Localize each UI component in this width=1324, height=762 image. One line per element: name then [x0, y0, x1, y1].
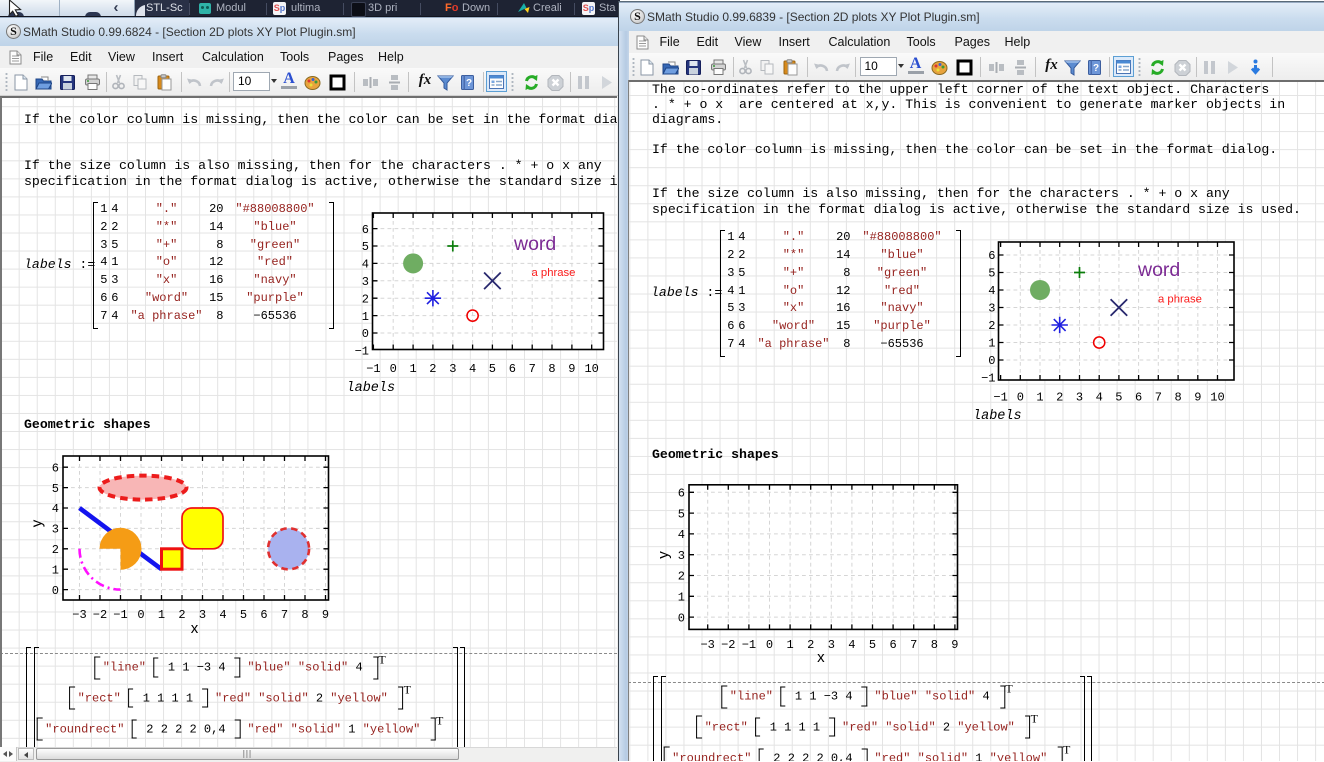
svg-text:6: 6	[1135, 391, 1142, 405]
svg-text:4: 4	[52, 502, 59, 516]
svg-text:3: 3	[52, 523, 59, 537]
svg-text:9: 9	[1194, 391, 1201, 405]
svg-text:labels: labels	[973, 409, 1022, 424]
svg-text:4: 4	[219, 608, 226, 622]
svg-text:10: 10	[584, 362, 598, 376]
svg-text:word: word	[513, 233, 556, 255]
svg-text:5: 5	[489, 362, 496, 376]
svg-text:−3: −3	[700, 638, 714, 652]
svg-text:5: 5	[678, 507, 685, 521]
svg-text:y: y	[660, 551, 672, 559]
svg-text:8: 8	[1174, 391, 1181, 405]
svg-text:7: 7	[1155, 391, 1162, 405]
svg-text:?: ?	[466, 78, 472, 89]
svg-text:−2: −2	[721, 638, 735, 652]
svg-text:9: 9	[322, 608, 329, 622]
svg-text:1: 1	[409, 362, 416, 376]
svg-text:6: 6	[678, 487, 685, 501]
svg-text:labels: labels	[347, 381, 396, 396]
svg-text:a phrase: a phrase	[532, 267, 576, 279]
svg-text:1: 1	[1036, 391, 1043, 405]
svg-text:3: 3	[199, 608, 206, 622]
svg-text:0: 0	[362, 327, 369, 341]
svg-text:6: 6	[260, 608, 267, 622]
svg-text:−2: −2	[93, 608, 107, 622]
svg-text:3: 3	[988, 302, 995, 316]
svg-text:5: 5	[1115, 391, 1122, 405]
svg-text:3: 3	[828, 638, 835, 652]
svg-text:0: 0	[390, 362, 397, 376]
svg-text:6: 6	[889, 638, 896, 652]
svg-text:5: 5	[52, 482, 59, 496]
svg-text:8: 8	[548, 362, 555, 376]
svg-text:6: 6	[509, 362, 516, 376]
svg-text:8: 8	[301, 608, 308, 622]
svg-text:9: 9	[951, 638, 958, 652]
svg-text:7: 7	[910, 638, 917, 652]
svg-text:1: 1	[362, 310, 369, 324]
svg-text:4: 4	[1096, 391, 1103, 405]
svg-text:5: 5	[240, 608, 247, 622]
svg-text:2: 2	[362, 292, 369, 306]
svg-text:word: word	[1137, 259, 1180, 281]
svg-text:2: 2	[1056, 391, 1063, 405]
svg-text:3: 3	[678, 549, 685, 563]
svg-text:5: 5	[362, 240, 369, 254]
svg-text:1: 1	[158, 608, 165, 622]
svg-text:2: 2	[988, 319, 995, 333]
svg-text:0: 0	[678, 611, 685, 625]
svg-text:−1: −1	[742, 638, 756, 652]
svg-text:1: 1	[786, 638, 793, 652]
svg-text:4: 4	[678, 528, 685, 542]
svg-text:10: 10	[1210, 391, 1224, 405]
svg-text:5: 5	[988, 267, 995, 281]
svg-text:1: 1	[52, 563, 59, 577]
svg-text:0: 0	[137, 608, 144, 622]
svg-text:6: 6	[988, 249, 995, 263]
svg-text:?: ?	[1092, 63, 1098, 74]
svg-text:a phrase: a phrase	[1158, 294, 1202, 306]
svg-text:4: 4	[988, 284, 995, 298]
svg-text:1: 1	[678, 591, 685, 605]
svg-text:4: 4	[362, 258, 369, 272]
svg-text:3: 3	[362, 275, 369, 289]
svg-text:8: 8	[931, 638, 938, 652]
svg-text:−1: −1	[993, 391, 1007, 405]
svg-text:5: 5	[869, 638, 876, 652]
svg-text:1: 1	[988, 337, 995, 351]
svg-text:0: 0	[766, 638, 773, 652]
svg-text:7: 7	[281, 608, 288, 622]
svg-text:9: 9	[568, 362, 575, 376]
svg-text:2: 2	[678, 570, 685, 584]
svg-text:−3: −3	[72, 608, 86, 622]
svg-text:6: 6	[362, 223, 369, 237]
svg-text:−1: −1	[113, 608, 127, 622]
svg-text:−1: −1	[981, 372, 995, 386]
svg-text:y: y	[30, 519, 46, 527]
svg-text:−1: −1	[366, 362, 380, 376]
svg-text:2: 2	[429, 362, 436, 376]
svg-text:2: 2	[807, 638, 814, 652]
svg-text:−1: −1	[355, 345, 369, 359]
svg-text:4: 4	[469, 362, 476, 376]
svg-text:0: 0	[1017, 391, 1024, 405]
svg-text:7: 7	[529, 362, 536, 376]
svg-text:3: 3	[1076, 391, 1083, 405]
svg-text:x: x	[191, 620, 199, 637]
svg-text:x: x	[817, 649, 825, 666]
svg-text:2: 2	[178, 608, 185, 622]
svg-text:2: 2	[52, 543, 59, 557]
svg-text:6: 6	[52, 461, 59, 475]
svg-text:4: 4	[848, 638, 855, 652]
svg-text:0: 0	[988, 354, 995, 368]
svg-text:0: 0	[52, 584, 59, 598]
svg-text:3: 3	[449, 362, 456, 376]
